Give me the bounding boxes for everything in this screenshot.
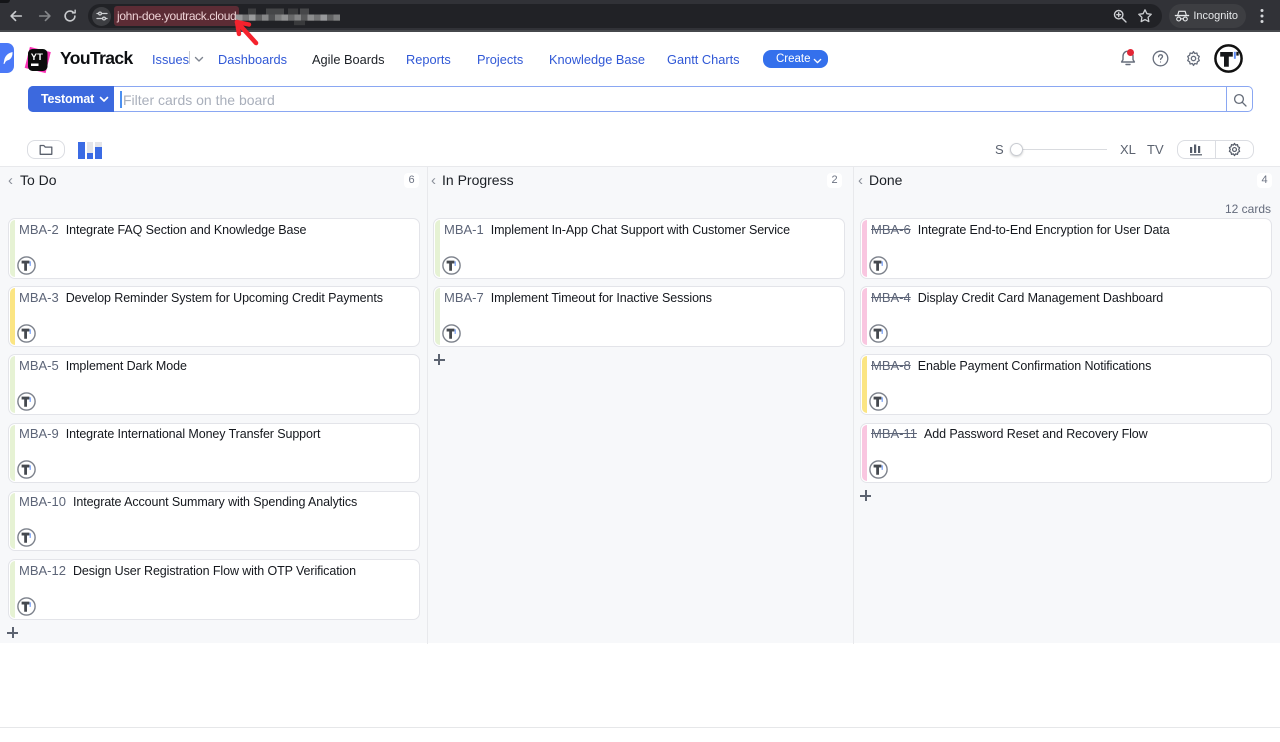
svg-text:YT: YT [31, 52, 43, 63]
